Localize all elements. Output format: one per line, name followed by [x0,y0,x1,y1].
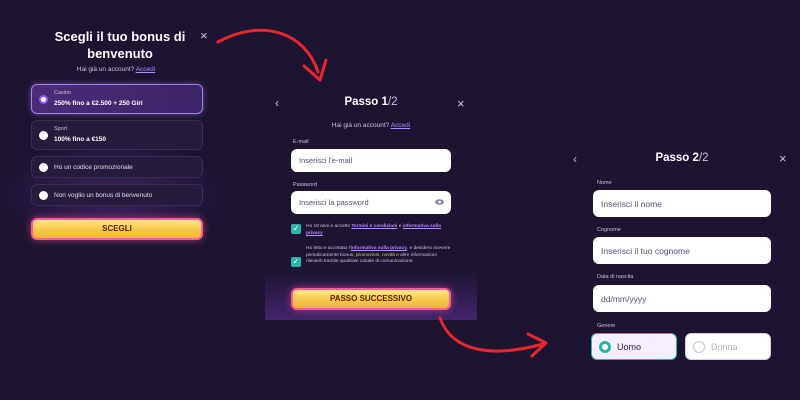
flow-arrows [216,28,548,358]
arrow-icon [216,28,328,82]
arrow-icon [438,316,548,358]
